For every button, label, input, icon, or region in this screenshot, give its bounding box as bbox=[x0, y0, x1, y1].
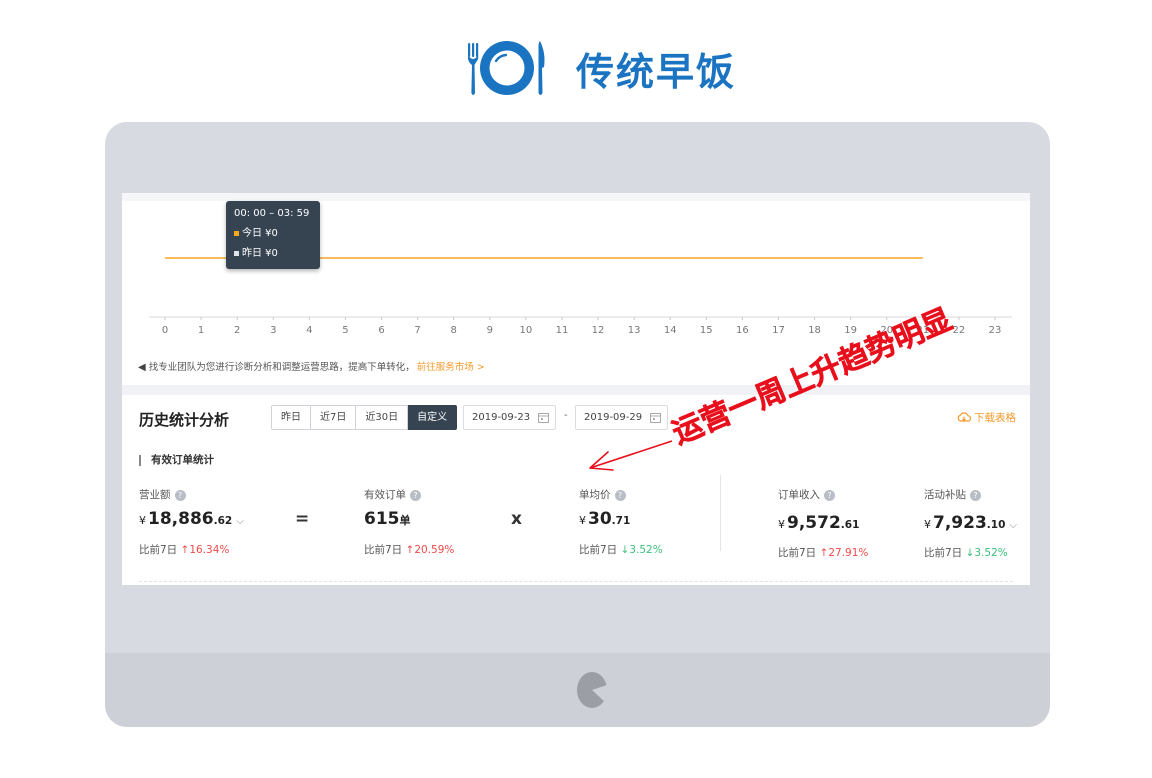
x-tick-label: 20 bbox=[880, 325, 893, 336]
avg-price-label: 单均价? bbox=[579, 487, 626, 502]
brand-header: 传统早饭 bbox=[466, 36, 736, 100]
order-income-value: ¥9,572.61 bbox=[778, 513, 860, 533]
power-button-icon bbox=[577, 672, 608, 708]
subsidy-label: 活动补贴? bbox=[924, 487, 981, 502]
order-income-compare: 比前7日 ↑27.91% bbox=[778, 547, 869, 559]
help-icon[interactable]: ? bbox=[614, 490, 626, 501]
multiply-operator: x bbox=[511, 509, 522, 529]
orders-value: 615单 bbox=[364, 509, 411, 529]
x-tick-label: 8 bbox=[451, 325, 457, 336]
help-icon[interactable]: ? bbox=[970, 490, 981, 501]
orders-label: 有效订单? bbox=[364, 487, 421, 502]
speaker-icon: ◀ bbox=[138, 362, 146, 373]
avg-price-value: ¥30.71 bbox=[579, 509, 631, 529]
download-label: 下载表格 bbox=[974, 412, 1016, 424]
start-date-value: 2019-09-23 bbox=[472, 412, 531, 423]
date-separator: - bbox=[564, 410, 568, 421]
x-tick-label: 14 bbox=[664, 325, 677, 336]
hourly-revenue-chart: 0 1 2 3 4 5 6 7 8 9 10 11 12 13 14 15 16 17 18 19 20 21 22 23 0… bbox=[122, 193, 1030, 385]
download-table-button[interactable]: 下载表格 bbox=[957, 410, 1016, 425]
equals-operator: = bbox=[295, 509, 310, 529]
x-tick-label: 23 bbox=[989, 325, 1002, 336]
x-tick-label: 2 bbox=[234, 325, 240, 336]
revenue-label: 营业额? bbox=[139, 487, 186, 502]
x-tick-label: 12 bbox=[592, 325, 605, 336]
range-7days-button[interactable]: 近7日 bbox=[311, 405, 357, 430]
help-icon[interactable]: ? bbox=[174, 490, 186, 501]
x-tick-label: 9 bbox=[487, 325, 493, 336]
calendar-icon bbox=[538, 413, 549, 423]
end-date-input[interactable]: 2019-09-29 bbox=[575, 405, 668, 430]
orders-compare: 比前7日 ↑20.59% bbox=[364, 544, 455, 556]
order-income-label: 订单收入? bbox=[778, 487, 835, 502]
x-tick-label: 7 bbox=[414, 325, 420, 336]
x-tick-label: 6 bbox=[378, 325, 384, 336]
x-tick-label: 10 bbox=[520, 325, 533, 336]
x-tick-label: 15 bbox=[700, 325, 713, 336]
tooltip-today: 今日 ¥0 bbox=[242, 228, 278, 239]
plate-fork-knife-icon bbox=[468, 41, 545, 95]
end-date-value: 2019-09-29 bbox=[584, 412, 643, 423]
x-tick-label: 0 bbox=[162, 325, 168, 336]
x-tick-label: 11 bbox=[556, 325, 569, 336]
dashboard-screen: 0 1 2 3 4 5 6 7 8 9 10 11 12 13 14 15 16 17 18 19 20 21 22 23 0… bbox=[122, 193, 1030, 585]
chart-tooltip: 00: 00 – 03: 59 今日 ¥0 昨日 ¥0 bbox=[226, 201, 320, 269]
section-bottom-border bbox=[139, 581, 1013, 582]
avg-price-compare: 比前7日 ↓3.52% bbox=[579, 544, 663, 556]
valid-orders-subtitle: 有效订单统计 bbox=[139, 455, 214, 466]
start-date-input[interactable]: 2019-09-23 bbox=[463, 405, 556, 430]
today-legend-dot bbox=[234, 230, 239, 236]
revenue-compare: 比前7日 ↑16.34% bbox=[139, 544, 230, 556]
tooltip-today-row: 今日 ¥0 bbox=[234, 224, 312, 244]
yesterday-legend-dot bbox=[234, 250, 239, 256]
history-stats-section: 历史统计分析 昨日 近7日 近30日 自定义 2019-09-23 - 2019… bbox=[122, 395, 1030, 585]
notice-text: 找专业团队为您进行诊断分析和调整运营思路，提高下单转化， bbox=[148, 362, 415, 373]
tooltip-yesterday: 昨日 ¥0 bbox=[242, 248, 278, 259]
x-tick-label: 19 bbox=[844, 325, 857, 336]
x-tick-label: 1 bbox=[198, 325, 204, 336]
x-tick-label: 18 bbox=[808, 325, 821, 336]
x-tick-label: 3 bbox=[270, 325, 276, 336]
chevron-down-icon[interactable]: ⌵ bbox=[1009, 520, 1017, 531]
subsidy-value: ¥7,923.10 ⌵ bbox=[924, 513, 1017, 533]
subsidy-compare: 比前7日 ↓3.52% bbox=[924, 547, 1008, 559]
x-tick-label: 21 bbox=[916, 325, 929, 336]
calendar-icon bbox=[650, 413, 661, 423]
tooltip-time: 00: 00 – 03: 59 bbox=[234, 208, 310, 219]
date-range-selector: 昨日 近7日 近30日 自定义 bbox=[271, 405, 458, 430]
range-30days-button[interactable]: 近30日 bbox=[356, 405, 409, 430]
range-custom-button[interactable]: 自定义 bbox=[408, 405, 458, 430]
x-tick-label: 4 bbox=[306, 325, 312, 336]
revenue-value: ¥18,886.62 ⌵ bbox=[139, 509, 244, 529]
x-tick-label: 17 bbox=[772, 325, 785, 336]
service-market-link[interactable]: 前往服务市场 > bbox=[417, 362, 485, 373]
brand-title: 传统早饭 bbox=[576, 49, 737, 94]
help-icon[interactable]: ? bbox=[410, 490, 421, 501]
metrics-divider bbox=[720, 475, 721, 551]
section-gap bbox=[122, 385, 1030, 395]
help-icon[interactable]: ? bbox=[824, 490, 835, 501]
tooltip-yesterday-row: 昨日 ¥0 bbox=[234, 244, 312, 264]
x-tick-label: 22 bbox=[953, 325, 966, 336]
chevron-down-icon[interactable]: ⌵ bbox=[236, 516, 244, 527]
x-tick-label: 13 bbox=[628, 325, 641, 336]
history-title: 历史统计分析 bbox=[139, 411, 230, 429]
service-notice: ◀ 找专业团队为您进行诊断分析和调整运营思路，提高下单转化， 前往服务市场 > bbox=[138, 359, 485, 373]
range-yesterday-button[interactable]: 昨日 bbox=[271, 405, 311, 430]
x-tick-label: 16 bbox=[736, 325, 749, 336]
cloud-download-icon bbox=[957, 412, 971, 422]
x-tick-label: 5 bbox=[342, 325, 348, 336]
